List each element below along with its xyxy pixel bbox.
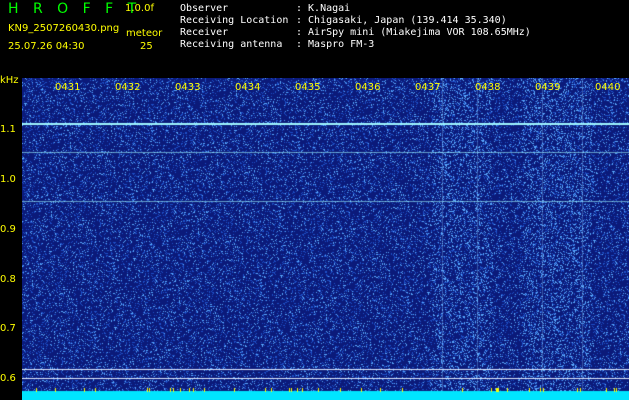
x-tick-0437: 0437 — [415, 82, 441, 93]
x-tick-0436: 0436 — [355, 82, 381, 93]
info-key-location: Receiving Location — [180, 15, 289, 26]
header-panel: H R O F F T 1.0.0f KN9_2507260430.png me… — [0, 0, 629, 75]
event-count: 25 — [140, 41, 153, 52]
info-value-observer: : K.Nagai — [296, 3, 351, 14]
version-label: 1.0.0f — [125, 3, 154, 14]
x-tick-0434: 0434 — [235, 82, 261, 93]
spectrogram-plot — [22, 78, 629, 400]
y-axis-unit: kHz — [0, 75, 19, 86]
x-tick-0431: 0431 — [55, 82, 81, 93]
y-tick-1-1: 1.1 — [0, 124, 16, 135]
info-key-observer: Observer — [180, 3, 229, 14]
info-value-receiver: : AirSpy mini (Miakejima VOR 108.65MHz) — [296, 27, 531, 38]
filename-label: KN9_2507260430.png — [8, 23, 120, 34]
x-tick-0433: 0433 — [175, 82, 201, 93]
info-key-receiver: Receiver — [180, 27, 229, 38]
x-tick-0439: 0439 — [535, 82, 561, 93]
x-tick-0440: 0440 — [595, 82, 621, 93]
event-label: meteor — [126, 28, 163, 39]
y-tick-0-9: 0.9 — [0, 224, 16, 235]
x-tick-0438: 0438 — [475, 82, 501, 93]
info-value-location: : Chigasaki, Japan (139.414 35.340) — [296, 15, 507, 26]
spectrogram-canvas — [22, 78, 629, 400]
info-value-antenna: : Maspro FM-3 — [296, 39, 375, 50]
y-tick-1-0: 1.0 — [0, 174, 16, 185]
app-logo: H R O F F T — [8, 1, 142, 17]
y-tick-0-8: 0.8 — [0, 274, 16, 285]
x-tick-0432: 0432 — [115, 82, 141, 93]
info-key-antenna: Receiving antenna — [180, 39, 283, 50]
y-tick-0-6: 0.6 — [0, 373, 16, 384]
x-tick-0435: 0435 — [295, 82, 321, 93]
y-tick-0-7: 0.7 — [0, 323, 16, 334]
datetime-label: 25.07.26 04:30 — [8, 41, 85, 52]
